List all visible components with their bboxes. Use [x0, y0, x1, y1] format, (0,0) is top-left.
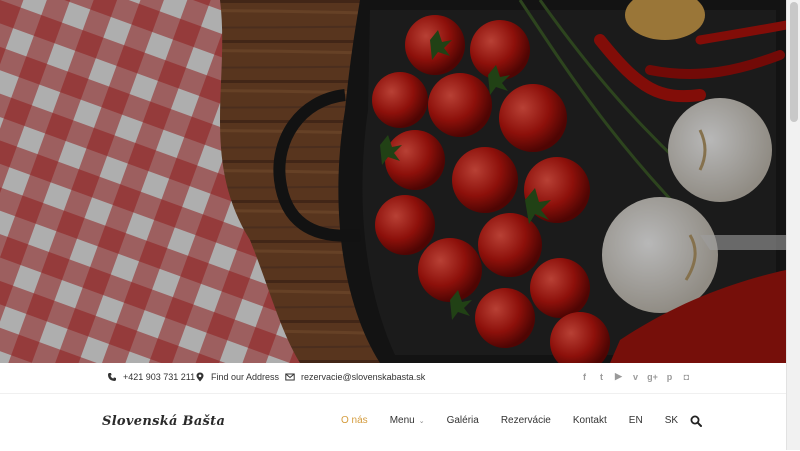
nav-item-rezervacie[interactable]: Rezervácie — [501, 415, 551, 426]
facebook-icon[interactable]: f — [579, 371, 590, 382]
nav-item-o-nas[interactable]: O nás — [341, 415, 368, 426]
address-contact[interactable]: Find our Address — [195, 372, 279, 382]
scrollbar-thumb[interactable] — [790, 2, 798, 122]
address-link[interactable]: Find our Address — [211, 372, 279, 382]
phone-icon — [108, 373, 116, 381]
location-pin-icon — [196, 372, 204, 382]
main-navigation: Slovenská Bašta O nás Menu ⌄ Galéria Reze… — [0, 393, 786, 451]
pinterest-icon[interactable]: p — [664, 371, 675, 382]
vimeo-icon[interactable]: v — [630, 371, 641, 382]
hero-image — [0, 0, 786, 363]
chevron-down-icon: ⌄ — [418, 418, 425, 425]
phone-number: +421 903 731 211 — [123, 372, 196, 382]
email-address[interactable]: rezervacie@slovenskabasta.sk — [301, 372, 425, 382]
google-plus-icon[interactable]: g+ — [647, 371, 658, 382]
nav-item-menu[interactable]: Menu ⌄ — [390, 415, 425, 426]
email-contact[interactable]: rezervacie@slovenskabasta.sk — [285, 372, 425, 382]
social-links: f t ▶ v g+ p ◘ — [579, 371, 692, 382]
language-sk[interactable]: SK — [665, 415, 678, 426]
search-icon[interactable] — [690, 415, 702, 427]
hero-illustration — [0, 0, 786, 363]
site-logo[interactable]: Slovenská Bašta — [102, 414, 225, 429]
nav-item-kontakt[interactable]: Kontakt — [573, 415, 607, 426]
nav-item-galeria[interactable]: Galéria — [447, 415, 479, 426]
language-en[interactable]: EN — [629, 415, 643, 426]
phone-contact[interactable]: +421 903 731 211 — [107, 372, 195, 382]
instagram-icon[interactable]: ◘ — [681, 371, 692, 382]
twitter-icon[interactable]: t — [596, 371, 607, 382]
nav-menu: O nás Menu ⌄ Galéria Rezervácie Kontakt E… — [341, 415, 700, 426]
nav-item-menu-label: Menu — [389, 415, 415, 426]
envelope-icon — [285, 373, 295, 381]
youtube-icon[interactable]: ▶ — [613, 371, 624, 382]
top-info-bar: +421 903 731 211 Find our Address rezerv… — [0, 363, 786, 393]
vertical-scrollbar[interactable] — [786, 0, 800, 450]
